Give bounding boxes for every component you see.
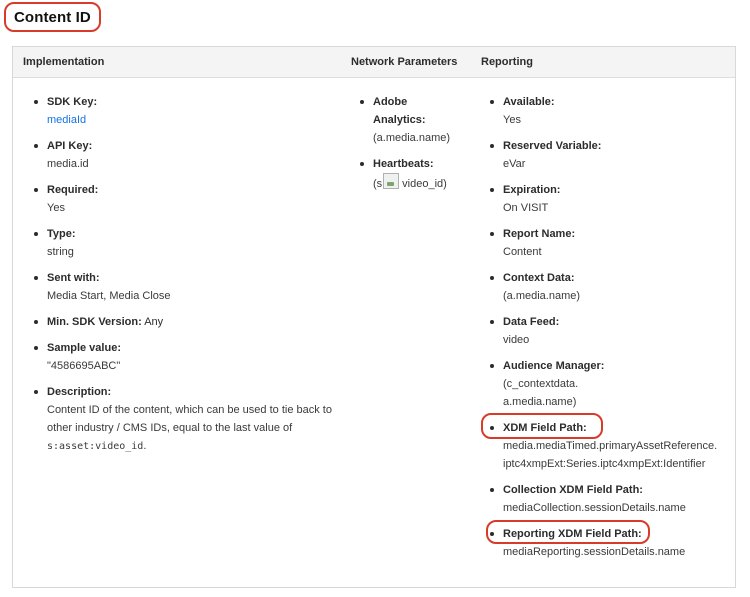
implementation-list: SDK Key: mediaId API Key: media.id Requi… <box>33 93 333 456</box>
reporting-xdm-field-path-label: Reporting XDM Field Path: <box>503 528 642 540</box>
xdm-field-path-label: XDM Field Path: <box>503 422 587 434</box>
sdk-key-link[interactable]: mediaId <box>47 111 333 129</box>
description-end: . <box>143 440 147 452</box>
list-item-api-key: API Key: media.id <box>33 137 333 173</box>
report-name-label: Report Name: <box>503 228 576 240</box>
list-item-audience-manager: Audience Manager: (c_contextdata. a.medi… <box>489 357 733 411</box>
audience-manager-value-line1: (c_contextdata. <box>503 378 579 390</box>
adobe-analytics-value: (a.media.name) <box>373 132 451 144</box>
adobe-analytics-label-line2: Analytics: <box>373 114 426 126</box>
heartbeats-label: Heartbeats: <box>373 158 434 170</box>
min-sdk-label: Min. SDK Version: <box>47 316 142 328</box>
list-item-available: Available: Yes <box>489 93 733 129</box>
type-label: Type: <box>47 228 76 240</box>
expiration-value: On VISIT <box>503 202 549 214</box>
heartbeats-value-prefix: (s <box>373 178 383 190</box>
xdm-field-path-value-line2: iptc4xmpExt:Series.iptc4xmpExt:Identifie… <box>503 458 706 470</box>
reserved-variable-value: eVar <box>503 158 526 170</box>
heartbeats-value: (s video_id) <box>373 173 471 193</box>
adobe-analytics-label-line1: Adobe <box>373 96 408 108</box>
xdm-field-path-value-line1: media.mediaTimed.primaryAssetReference. <box>503 440 718 452</box>
description-value: Content ID of the content, which can be … <box>47 401 333 456</box>
data-feed-label: Data Feed: <box>503 316 560 328</box>
content-id-table: Implementation Network Parameters Report… <box>12 46 736 588</box>
expiration-label: Expiration: <box>503 184 561 196</box>
list-item-sent-with: Sent with: Media Start, Media Close <box>33 269 333 305</box>
context-data-value: (a.media.name) <box>503 290 581 302</box>
list-item-description: Description: Content ID of the content, … <box>33 383 333 456</box>
network-parameters-list: Adobe Analytics: (a.media.name) Heartbea… <box>359 93 471 193</box>
broken-image-icon <box>383 173 400 189</box>
sent-with-label: Sent with: <box>47 272 100 284</box>
list-item-reserved-variable: Reserved Variable: eVar <box>489 137 733 173</box>
list-item-sample-value: Sample value: "4586695ABC" <box>33 339 333 375</box>
description-text: Content ID of the content, which can be … <box>47 404 332 434</box>
sample-value-label: Sample value: <box>47 342 121 354</box>
table-header: Implementation Network Parameters Report… <box>13 47 735 78</box>
sent-with-value: Media Start, Media Close <box>47 290 171 302</box>
column-header-implementation: Implementation <box>23 56 105 68</box>
required-label: Required: <box>47 184 99 196</box>
list-item-data-feed: Data Feed: video <box>489 313 733 349</box>
available-label: Available: <box>503 96 555 108</box>
description-label: Description: <box>47 386 112 398</box>
context-data-label: Context Data: <box>503 272 575 284</box>
list-item-adobe-analytics: Adobe Analytics: (a.media.name) <box>359 93 471 147</box>
list-item-xdm-field-path: XDM Field Path: media.mediaTimed.primary… <box>489 419 733 473</box>
reporting-list: Available: Yes Reserved Variable: eVar E… <box>489 93 733 561</box>
column-header-network-parameters: Network Parameters <box>351 56 458 68</box>
list-item-type: Type: string <box>33 225 333 261</box>
list-item-report-name: Report Name: Content <box>489 225 733 261</box>
required-value: Yes <box>47 202 65 214</box>
reserved-variable-label: Reserved Variable: <box>503 140 602 152</box>
available-value: Yes <box>503 114 521 126</box>
api-key-value: media.id <box>47 158 89 170</box>
type-value: string <box>47 246 74 258</box>
report-name-value: Content <box>503 246 542 258</box>
list-item-min-sdk-version: Min. SDK Version: Any <box>33 313 333 331</box>
list-item-collection-xdm-field-path: Collection XDM Field Path: mediaCollecti… <box>489 481 733 517</box>
audience-manager-label: Audience Manager: <box>503 360 605 372</box>
api-key-label: API Key: <box>47 140 93 152</box>
sdk-key-label: SDK Key: <box>47 96 98 108</box>
min-sdk-value: Any <box>141 316 164 328</box>
column-header-reporting: Reporting <box>481 56 533 68</box>
audience-manager-value-line2: a.media.name) <box>503 396 577 408</box>
list-item-heartbeats: Heartbeats: (s video_id) <box>359 155 471 193</box>
title-highlight: Content ID <box>4 2 101 32</box>
collection-xdm-field-path-label: Collection XDM Field Path: <box>503 484 643 496</box>
sample-value: "4586695ABC" <box>47 360 121 372</box>
description-code: s:asset:video_id <box>47 441 144 452</box>
heartbeats-value-suffix: video_id) <box>402 178 447 190</box>
list-item-expiration: Expiration: On VISIT <box>489 181 733 217</box>
list-item-reporting-xdm-field-path: Reporting XDM Field Path: mediaReporting… <box>489 525 733 561</box>
collection-xdm-field-path-value: mediaCollection.sessionDetails.name <box>503 502 686 514</box>
page-title: Content ID <box>14 8 91 26</box>
list-item-required: Required: Yes <box>33 181 333 217</box>
list-item-context-data: Context Data: (a.media.name) <box>489 269 733 305</box>
data-feed-value: video <box>503 334 530 346</box>
list-item-sdk-key: SDK Key: mediaId <box>33 93 333 129</box>
reporting-xdm-field-path-value: mediaReporting.sessionDetails.name <box>503 546 686 558</box>
